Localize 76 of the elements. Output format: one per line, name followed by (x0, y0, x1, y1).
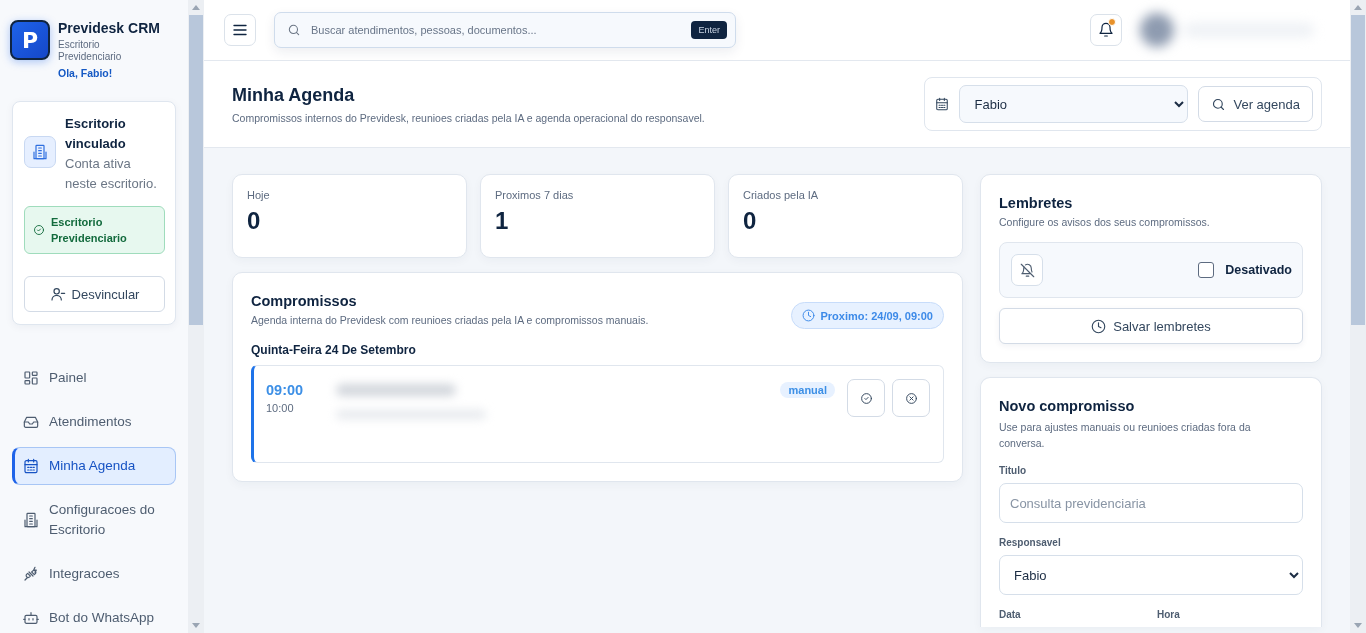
key-hint: Enter (691, 21, 727, 39)
bell-icon (1098, 22, 1114, 38)
building-icon (23, 512, 39, 528)
calendar-icon (935, 97, 950, 111)
sidebar-item[interactable]: Painel (12, 359, 176, 397)
menu-button[interactable] (224, 14, 256, 46)
appointment-item[interactable]: 09:00 10:00 manual (251, 365, 944, 463)
view-agenda-button[interactable]: Ver agenda (1198, 86, 1313, 122)
sidebar-item[interactable]: Bot do WhatsApp (12, 599, 176, 633)
sidebar-scrollbar[interactable] (188, 0, 204, 633)
brand-name: Previdesk CRM (58, 20, 160, 36)
building-glyph (32, 144, 48, 160)
scroll-up-icon[interactable] (1354, 5, 1362, 10)
new-appointment-subtitle: Use para ajustes manuais ou reunioes criadas fora da conversa. (999, 420, 1252, 451)
field-label: Responsavel (999, 537, 1062, 548)
check-circle-icon (33, 224, 45, 236)
search-icon (1211, 96, 1227, 112)
title-input[interactable]: Consulta previdenciaria (999, 483, 1303, 523)
reminder-checkbox[interactable] (1198, 262, 1215, 278)
cancel-button[interactable] (892, 379, 930, 417)
notification-button[interactable] (1090, 14, 1122, 46)
search-icon (287, 23, 301, 37)
bell-off-glyph (1019, 262, 1035, 278)
appointments-title: Compromissos (251, 293, 358, 309)
robot-icon (23, 610, 39, 626)
field-label: Titulo (999, 465, 1028, 476)
x-circle-icon (904, 391, 918, 405)
responsible-select[interactable]: Fabio (959, 85, 1189, 123)
start-time: 09:00 (266, 382, 305, 398)
page-subtitle: Compromissos internos do Previdesk, reunioes criadas pela IA e agenda operacional do responsavel. (232, 111, 705, 124)
next-appointment-badge: Proximo: 24/09, 09:00 (791, 302, 944, 329)
new-appointment-title: Novo compromisso (999, 398, 1136, 414)
sidebar-item[interactable]: Configuracoes do Escritorio (12, 491, 176, 549)
greeting: Ola, Fabio! (58, 67, 114, 79)
clock-icon (802, 309, 816, 322)
calendar-icon (23, 458, 39, 474)
end-time: 10:00 (266, 402, 295, 414)
sidebar-item[interactable]: Integracoes (12, 555, 176, 593)
search-bar[interactable]: Buscar atendimentos, pessoas, documentos... Enter (274, 12, 736, 48)
stat-value: 0 (743, 207, 758, 235)
app-logo: P (10, 20, 50, 60)
stat-value: 0 (247, 207, 262, 235)
stat-label: Criados pela IA (743, 189, 820, 201)
day-heading: Quinta-Feira 24 De Setembro (251, 343, 417, 357)
complete-button[interactable] (847, 379, 885, 417)
inbox-icon (23, 414, 39, 430)
appointments-subtitle: Agenda interna do Previdesk com reunioes criadas pela IA e compromissos manuais. (251, 314, 649, 326)
stat-label: Proximos 7 dias (495, 189, 575, 201)
responsible-select[interactable]: Fabio (999, 555, 1303, 595)
clock-icon (1091, 318, 1107, 334)
scroll-down-icon[interactable] (1354, 623, 1362, 628)
sidebar-item[interactable]: Atendimentos (12, 403, 176, 441)
unlink-button[interactable]: Desvincular (24, 276, 165, 312)
office-card-description: Conta ativa neste escritorio. (65, 155, 158, 193)
save-reminders-button[interactable]: Salvar lembretes (999, 308, 1303, 344)
office-card-title: Escritorio vinculado (65, 115, 127, 153)
reminders-subtitle: Configure os avisos dos seus compromissos. (999, 216, 1211, 228)
field-label: Hora (1157, 609, 1181, 620)
stat-value: 1 (495, 207, 510, 235)
page-title: Minha Agenda (232, 84, 356, 106)
search-field[interactable]: Buscar atendimentos, pessoas, documentos... (309, 23, 684, 37)
appointment-tag: manual (780, 382, 835, 398)
stat-label: Hoje (247, 189, 271, 201)
page-scrollbar[interactable] (1350, 0, 1366, 633)
plug-icon (23, 566, 39, 582)
office-name: Escritorio Previdenciario (51, 215, 128, 246)
field-label: Data (999, 609, 1022, 620)
reminder-status: Desativado (1225, 263, 1292, 277)
grid-icon (23, 370, 39, 386)
scroll-up-icon[interactable] (192, 5, 200, 10)
user-icon (49, 286, 66, 302)
reminders-title: Lembretes (999, 195, 1074, 211)
brand-subtitle: Escritorio Previdenciario (58, 39, 123, 63)
sidebar-item[interactable]: Minha Agenda (12, 447, 176, 485)
check-circle-icon (859, 391, 873, 405)
scroll-down-icon[interactable] (192, 623, 200, 628)
